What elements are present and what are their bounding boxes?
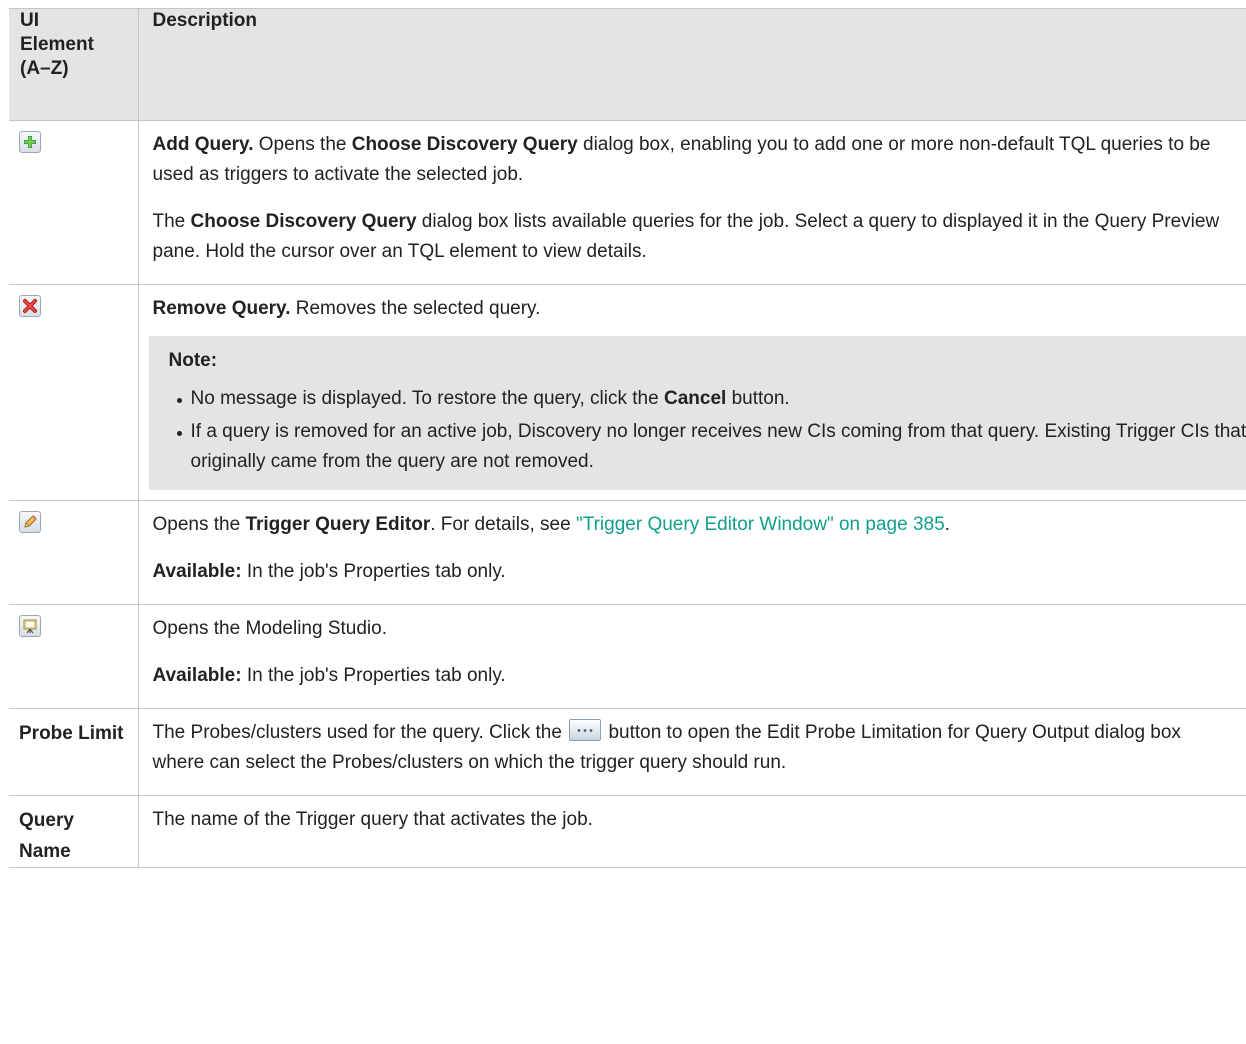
- ellipsis-button[interactable]: [569, 719, 602, 741]
- bullet-icon: [176, 431, 182, 436]
- description-cell: The name of the Trigger query that activ…: [137, 795, 1246, 868]
- header-ui-element: UI Element (A–Z): [9, 8, 139, 121]
- text-run: The: [152, 211, 191, 232]
- table-row: Remove Query. Removes the selected query…: [9, 284, 1246, 501]
- remove-query-icon: [19, 295, 41, 317]
- bold-text: Choose Discovery Query: [190, 211, 417, 232]
- ellipsis-icon: [576, 729, 595, 732]
- text-run: Opens the: [253, 134, 352, 155]
- table-header-row: UI Element (A–Z) Description: [9, 8, 1246, 121]
- ui-element-cell: [9, 120, 139, 285]
- description-paragraph: The name of the Trigger query that activ…: [153, 805, 1233, 835]
- text-run: Opens the: [152, 514, 246, 535]
- description-cell: The Probes/clusters used for the query. …: [137, 708, 1246, 796]
- table-row: Query Name The name of the Trigger query …: [9, 795, 1246, 868]
- cross-reference-link[interactable]: "Trigger Query Editor Window" on page 38…: [576, 514, 945, 535]
- table-row: Opens the Trigger Query Editor. For deta…: [9, 500, 1246, 605]
- ui-element-cell: [9, 604, 139, 709]
- ui-element-cell: [9, 284, 139, 501]
- table-row: Probe Limit The Probes/clusters used for …: [9, 708, 1246, 796]
- description-paragraph: Opens the Modeling Studio.: [153, 614, 1233, 644]
- bold-text: Choose Discovery Query: [351, 134, 578, 155]
- table-row: Add Query. Opens the Choose Discovery Qu…: [9, 120, 1246, 285]
- ui-element-cell: [9, 500, 139, 605]
- edit-pencil-icon: [19, 511, 41, 533]
- description-paragraph: The Probes/clusters used for the query. …: [153, 718, 1233, 778]
- text-run: If a query is removed for an active job,…: [190, 421, 1246, 472]
- bold-text: Available:: [152, 561, 242, 582]
- text-run: . For details, see: [430, 514, 576, 535]
- bold-text: Cancel: [663, 388, 727, 409]
- bold-text: Available:: [152, 665, 242, 686]
- ui-elements-table: UI Element (A–Z) Description Add Query. …: [9, 8, 1246, 868]
- description-paragraph: The Choose Discovery Query dialog box li…: [153, 207, 1233, 267]
- description-cell: Opens the Trigger Query Editor. For deta…: [137, 500, 1246, 605]
- ui-element-label: Probe Limit: [19, 723, 124, 744]
- text-run: In the job's Properties tab only.: [241, 665, 506, 686]
- bullet-icon: [176, 398, 182, 403]
- text-run: button.: [726, 388, 790, 409]
- description-paragraph: Opens the Trigger Query Editor. For deta…: [153, 510, 1233, 540]
- description-paragraph: Available: In the job's Properties tab o…: [153, 557, 1233, 587]
- ui-element-label: Query Name: [19, 810, 74, 862]
- text-run: Removes the selected query.: [290, 298, 541, 319]
- header-description: Description: [137, 8, 1246, 121]
- description-cell: Add Query. Opens the Choose Discovery Qu…: [137, 120, 1246, 285]
- description-cell: Opens the Modeling Studio. Available: In …: [137, 604, 1246, 709]
- modeling-studio-icon: [19, 615, 41, 637]
- note-list: No message is displayed. To restore the …: [169, 384, 1246, 477]
- text-run: .: [944, 514, 950, 535]
- description-cell: Remove Query. Removes the selected query…: [137, 284, 1246, 501]
- description-paragraph: Available: In the job's Properties tab o…: [153, 661, 1233, 691]
- text-run: The name of the Trigger query that activ…: [152, 809, 593, 830]
- bold-text: Remove Query.: [152, 298, 291, 319]
- note-title: Note:: [168, 350, 218, 371]
- ui-element-cell: Query Name: [9, 795, 139, 868]
- text-run: The Probes/clusters used for the query. …: [152, 722, 568, 743]
- note-list-item: If a query is removed for an active job,…: [176, 417, 1246, 477]
- note-box: Note: No message is displayed. To restore…: [148, 336, 1246, 490]
- description-paragraph: Remove Query. Removes the selected query…: [153, 294, 1233, 324]
- text-run: No message is displayed. To restore the …: [190, 388, 664, 409]
- ui-element-cell: Probe Limit: [9, 708, 139, 796]
- bold-text: Add Query.: [152, 134, 254, 155]
- bold-text: Trigger Query Editor: [245, 514, 431, 535]
- description-paragraph: Add Query. Opens the Choose Discovery Qu…: [153, 130, 1233, 190]
- add-query-icon: [19, 131, 41, 153]
- text-run: In the job's Properties tab only.: [241, 561, 506, 582]
- table-row: Opens the Modeling Studio. Available: In …: [9, 604, 1246, 709]
- text-run: Opens the Modeling Studio.: [152, 618, 388, 639]
- note-list-item: No message is displayed. To restore the …: [176, 384, 1246, 414]
